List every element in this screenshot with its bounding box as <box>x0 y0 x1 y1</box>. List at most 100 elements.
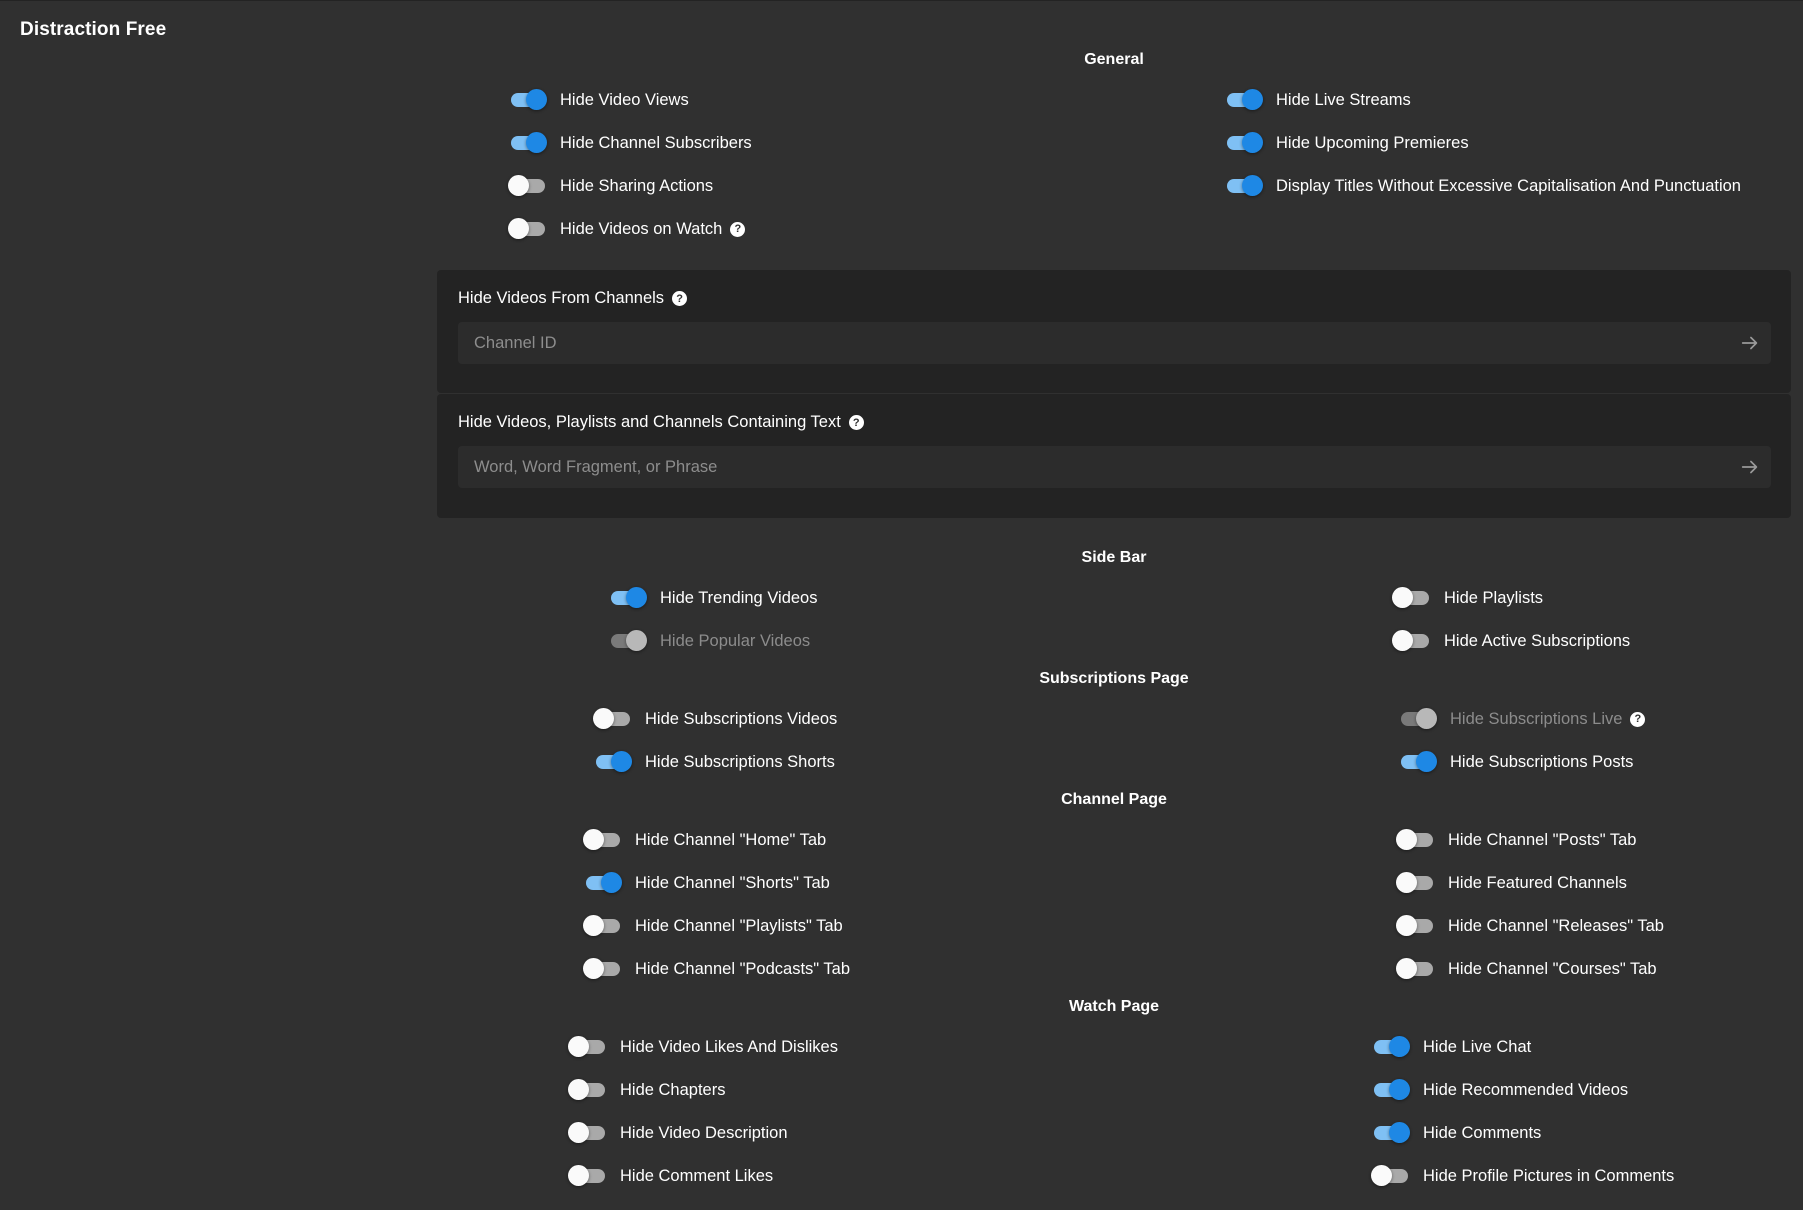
toggle-hide-upcoming-premieres[interactable]: Hide Upcoming Premieres <box>1225 128 1469 158</box>
toggle-switch[interactable] <box>1392 586 1430 610</box>
toggle-switch[interactable] <box>609 586 647 610</box>
toggle-switch <box>609 629 647 653</box>
toggle-switch[interactable] <box>584 871 622 895</box>
toggle-hide-subscriptions-posts[interactable]: Hide Subscriptions Posts <box>1399 747 1633 777</box>
toggle-label: Hide Channel "Playlists" Tab <box>635 916 843 935</box>
toggle-hide-playlists[interactable]: Hide Playlists <box>1392 583 1544 613</box>
toggle-hide-sharing-actions[interactable]: Hide Sharing Actions <box>508 171 713 201</box>
toggle-label: Hide Subscriptions Posts <box>1450 752 1634 771</box>
toggle-label: Hide Videos on Watch <box>560 219 723 238</box>
toggle-switch[interactable] <box>1225 88 1263 112</box>
text-phrase-input[interactable] <box>458 446 1724 488</box>
channel-filter-label-row: Hide Videos From Channels ? <box>458 289 688 308</box>
toggle-hide-channel-podcasts-tab[interactable]: Hide Channel "Podcasts" Tab <box>583 954 851 984</box>
section-heading-channel-page: Channel Page <box>1061 791 1167 808</box>
toggle-switch[interactable] <box>509 131 547 155</box>
toggle-switch[interactable] <box>568 1121 606 1145</box>
toggle-switch[interactable] <box>1225 174 1263 198</box>
toggle-hide-featured-channels[interactable]: Hide Featured Channels <box>1396 868 1627 898</box>
toggle-label: Hide Video Views <box>560 90 689 109</box>
toggle-switch[interactable] <box>1396 871 1434 895</box>
toggle-hide-comment-likes[interactable]: Hide Comment Likes <box>568 1161 773 1191</box>
toggle-hide-video-likes-dislikes[interactable]: Hide Video Likes And Dislikes <box>568 1032 838 1062</box>
arrow-right-icon[interactable] <box>1739 456 1761 478</box>
text-filter-panel: Hide Videos, Playlists and Channels Cont… <box>437 394 1791 518</box>
toggle-hide-channel-subscribers[interactable]: Hide Channel Subscribers <box>509 128 752 158</box>
toggle-display-titles-without-capitalisation[interactable]: Display Titles Without Excessive Capital… <box>1225 171 1741 201</box>
toggle-switch[interactable] <box>583 957 621 981</box>
toggle-hide-videos-on-watch[interactable]: Hide Videos on Watch ? <box>508 214 746 244</box>
toggle-label: Hide Video Likes And Dislikes <box>620 1037 838 1056</box>
toggle-switch[interactable] <box>1396 914 1434 938</box>
toggle-switch[interactable] <box>1225 131 1263 155</box>
toggle-label: Hide Channel "Posts" Tab <box>1448 830 1637 849</box>
toggle-switch[interactable] <box>1372 1078 1410 1102</box>
toggle-label: Hide Subscriptions Shorts <box>645 752 835 771</box>
toggle-label: Hide Channel Subscribers <box>560 133 752 152</box>
channel-id-input[interactable] <box>458 322 1724 364</box>
toggle-label: Hide Active Subscriptions <box>1444 631 1631 650</box>
text-filter-label-row: Hide Videos, Playlists and Channels Cont… <box>458 413 864 432</box>
channel-id-field[interactable] <box>458 322 1771 364</box>
toggle-hide-active-subscriptions[interactable]: Hide Active Subscriptions <box>1392 626 1631 656</box>
toggle-switch[interactable] <box>594 750 632 774</box>
toggle-hide-comments[interactable]: Hide Comments <box>1372 1118 1541 1148</box>
toggle-hide-subscriptions-shorts[interactable]: Hide Subscriptions Shorts <box>594 747 835 777</box>
toggle-hide-chapters[interactable]: Hide Chapters <box>568 1075 726 1105</box>
section-heading-subscriptions-page: Subscriptions Page <box>1039 670 1189 687</box>
toggle-switch[interactable] <box>568 1164 606 1188</box>
toggle-switch[interactable] <box>568 1078 606 1102</box>
channel-filter-panel: Hide Videos From Channels ? <box>437 270 1791 393</box>
toggle-switch[interactable] <box>1396 828 1434 852</box>
toggle-switch[interactable] <box>593 707 631 731</box>
toggle-switch[interactable] <box>1372 1035 1410 1059</box>
toggle-hide-trending-videos[interactable]: Hide Trending Videos <box>609 583 817 613</box>
toggle-label: Display Titles Without Excessive Capital… <box>1276 176 1741 195</box>
toggle-hide-channel-posts-tab[interactable]: Hide Channel "Posts" Tab <box>1396 825 1637 855</box>
toggle-hide-subscriptions-live: Hide Subscriptions Live ? <box>1399 704 1646 734</box>
toggle-hide-video-views[interactable]: Hide Video Views <box>509 85 689 115</box>
toggle-switch[interactable] <box>1371 1164 1409 1188</box>
toggle-label: Hide Trending Videos <box>660 588 818 607</box>
toggle-label: Hide Channel "Podcasts" Tab <box>635 959 851 978</box>
help-icon[interactable]: ? <box>848 415 864 430</box>
toggle-label: Hide Recommended Videos <box>1423 1080 1629 1099</box>
channel-filter-label: Hide Videos From Channels <box>458 289 665 307</box>
toggle-hide-live-chat[interactable]: Hide Live Chat <box>1372 1032 1531 1062</box>
toggle-hide-live-streams[interactable]: Hide Live Streams <box>1225 85 1411 115</box>
toggle-hide-channel-releases-tab[interactable]: Hide Channel "Releases" Tab <box>1396 911 1664 941</box>
toggle-label: Hide Channel "Shorts" Tab <box>635 873 830 892</box>
arrow-right-icon[interactable] <box>1739 332 1761 354</box>
toggle-hide-channel-home-tab[interactable]: Hide Channel "Home" Tab <box>583 825 826 855</box>
text-filter-label: Hide Videos, Playlists and Channels Cont… <box>458 413 841 431</box>
toggle-switch[interactable] <box>1372 1121 1410 1145</box>
toggle-hide-channel-courses-tab[interactable]: Hide Channel "Courses" Tab <box>1396 954 1657 984</box>
toggle-label: Hide Chapters <box>620 1080 726 1099</box>
toggle-switch[interactable] <box>583 914 621 938</box>
toggle-hide-recommended-videos[interactable]: Hide Recommended Videos <box>1372 1075 1628 1105</box>
toggle-switch[interactable] <box>1399 750 1437 774</box>
toggle-hide-channel-shorts-tab[interactable]: Hide Channel "Shorts" Tab <box>584 868 830 898</box>
app-title: Distraction Free <box>20 19 167 40</box>
help-icon[interactable]: ? <box>672 291 688 306</box>
toggle-hide-video-description[interactable]: Hide Video Description <box>568 1118 788 1148</box>
toggle-hide-channel-playlists-tab[interactable]: Hide Channel "Playlists" Tab <box>583 911 843 941</box>
toggle-switch[interactable] <box>1396 957 1434 981</box>
toggle-switch[interactable] <box>509 88 547 112</box>
toggle-label: Hide Upcoming Premieres <box>1276 133 1469 152</box>
toggle-switch[interactable] <box>583 828 621 852</box>
help-icon[interactable]: ? <box>1630 711 1646 727</box>
toggle-switch[interactable] <box>508 217 546 241</box>
help-icon[interactable]: ? <box>730 221 746 237</box>
section-heading-side-bar: Side Bar <box>1081 549 1147 566</box>
toggle-label: Hide Playlists <box>1444 588 1544 607</box>
toggle-label: Hide Live Streams <box>1276 90 1411 109</box>
toggle-hide-subscriptions-videos[interactable]: Hide Subscriptions Videos <box>593 704 837 734</box>
toggle-label: Hide Popular Videos <box>660 631 811 650</box>
toggle-switch[interactable] <box>1392 629 1430 653</box>
toggle-switch[interactable] <box>508 174 546 198</box>
text-phrase-field[interactable] <box>458 446 1771 488</box>
toggle-switch[interactable] <box>568 1035 606 1059</box>
toggle-label: Hide Featured Channels <box>1448 873 1627 892</box>
toggle-hide-profile-pictures-in-comments[interactable]: Hide Profile Pictures in Comments <box>1371 1161 1674 1191</box>
